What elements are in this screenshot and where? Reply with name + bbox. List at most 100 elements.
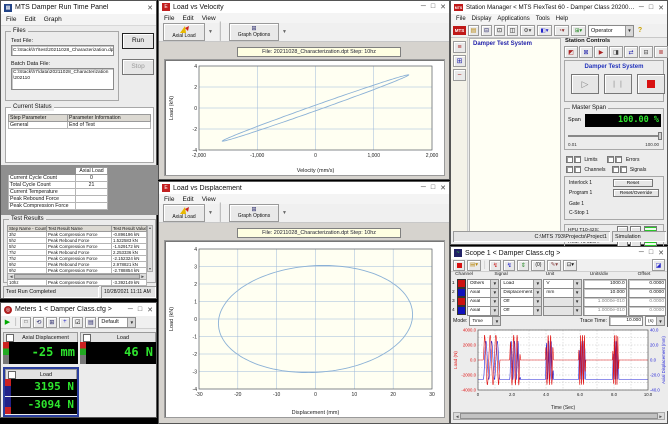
readout-icon[interactable]: ⊟ (639, 46, 653, 58)
col-header[interactable]: Step Name - Counter (8, 226, 47, 232)
error-led[interactable] (607, 156, 614, 163)
reset-button[interactable]: Reset (613, 179, 653, 187)
minimize-icon[interactable]: ─ (421, 3, 426, 11)
program-icon[interactable]: ▶ (594, 46, 608, 58)
scroll-thumb[interactable] (460, 413, 657, 419)
axial-load-button[interactable]: Axial Load (163, 204, 205, 222)
menu-graph[interactable]: Graph (44, 16, 62, 23)
channel-combo[interactable]: Axial▼ (467, 306, 500, 316)
trace-time-unit-combo[interactable]: (s)▼ (645, 316, 665, 326)
menu-tools[interactable]: Tools (536, 16, 550, 22)
trace-color-swatch[interactable] (457, 297, 466, 306)
meter-checkbox[interactable] (6, 334, 14, 342)
trace-setup-icon[interactable]: ▤▾ (467, 260, 481, 271)
span-icon[interactable]: ⇄ (624, 46, 638, 58)
channel-led[interactable] (574, 166, 581, 173)
meters-titlebar[interactable]: ◎ Meters 1 < Damper Class.cfg > ─□✕ (1, 303, 156, 317)
display-split-icon[interactable]: ◧▾ (537, 25, 552, 36)
limit-led[interactable] (566, 156, 573, 163)
menu-view[interactable]: View (202, 196, 216, 203)
tools-split-icon[interactable]: ⚙▾ (520, 25, 535, 36)
maximize-icon[interactable]: □ (649, 4, 653, 12)
access-level-combo[interactable]: Operator▼ (588, 25, 634, 37)
close-icon[interactable]: ✕ (440, 184, 446, 192)
maximize-icon[interactable]: □ (649, 249, 653, 257)
meters-tool-icon[interactable]: ⊞ (453, 55, 466, 67)
batch-file-field[interactable]: C:\Stack\h7\data\20211028_Characterizati… (11, 68, 114, 90)
maximize-icon[interactable]: □ (138, 306, 142, 314)
trace-color-swatch[interactable] (457, 306, 466, 315)
scroll-left-icon[interactable]: ◄ (9, 274, 13, 279)
menu-edit[interactable]: Edit (182, 196, 193, 203)
test-file-field[interactable]: C:\Stack\h7\test\20211028_Characterizati… (11, 45, 114, 56)
signal-led[interactable] (620, 166, 627, 173)
app-split-icon[interactable]: ⊞▾ (571, 25, 586, 36)
close-icon[interactable]: ✕ (658, 249, 664, 257)
col-header[interactable]: Parameter Information (68, 115, 151, 122)
minimize-icon[interactable]: ─ (128, 306, 133, 314)
close-icon[interactable]: ✕ (147, 306, 153, 314)
timer-split-icon[interactable]: ◔▾ (554, 25, 569, 36)
preview-icon[interactable]: ◫ (507, 25, 518, 36)
menu-file[interactable]: File (164, 196, 174, 203)
menu-file[interactable]: File (164, 15, 174, 22)
cursors-icon[interactable]: (0) (531, 260, 545, 271)
meter-load-peaks-selected[interactable]: Load 3195 N -3094 N (3, 367, 79, 417)
close-icon[interactable]: ✕ (147, 4, 153, 12)
table-row[interactable]: 10hzPeak Compression Force-3.392149 kN (8, 280, 147, 286)
interlock-icon[interactable]: ⊠ (579, 46, 593, 58)
settings-icon[interactable]: ≣ (654, 46, 668, 58)
runtime-titlebar[interactable]: ▦ MTS Damper Run Time Panel ✕ (1, 1, 156, 15)
hydraulics-icon[interactable]: ◩ (564, 46, 578, 58)
close-icon[interactable]: ✕ (440, 3, 446, 11)
menu-display[interactable]: Display (472, 16, 492, 22)
scope-tool-icon[interactable]: ~ (453, 69, 466, 81)
horizontal-scrollbar[interactable]: ◄► (7, 273, 147, 280)
station-titlebar[interactable]: MTS Station Manager < MTS FlexTest 60 - … (451, 1, 667, 15)
reset-override-button[interactable]: Reset/Override (613, 189, 659, 197)
help-icon[interactable]: ? (636, 26, 644, 35)
vertical-scrollbar[interactable]: ▲▼ (147, 225, 153, 272)
graph-options-button[interactable]: ⊞ Graph Options (229, 23, 279, 41)
menu-edit[interactable]: Edit (182, 15, 193, 22)
scroll-thumb[interactable] (14, 274, 139, 280)
layout-icon[interactable]: ⊞ (46, 317, 57, 328)
manual-cmd-icon[interactable]: ◨ (609, 46, 623, 58)
stop-button[interactable]: Stop (122, 59, 154, 75)
menu-view[interactable]: View (202, 15, 216, 22)
pen-icon[interactable]: ✎▾ (547, 260, 561, 271)
table-row[interactable]: GeneralEnd of Test (9, 122, 151, 129)
maximize-icon[interactable]: □ (431, 184, 435, 192)
stop-button[interactable] (637, 74, 665, 94)
print-split-icon[interactable]: ⊡▾ (563, 260, 577, 271)
col-header[interactable]: Step Parameter (9, 115, 68, 122)
col-header[interactable]: Test Result Value (112, 226, 147, 232)
limit-led[interactable] (574, 156, 581, 163)
span-slider[interactable] (568, 132, 662, 140)
close-icon[interactable]: ✕ (658, 4, 664, 12)
minimize-icon[interactable]: ─ (639, 249, 644, 257)
scroll-right-icon[interactable]: ► (659, 414, 663, 419)
save-icon[interactable]: ⊟ (481, 25, 492, 36)
plot-mode-combo[interactable]: Time▼ (469, 316, 501, 326)
signal-combo[interactable]: Off▼ (500, 306, 542, 316)
meter-checkbox[interactable] (83, 334, 91, 342)
reset-icon[interactable]: ⟲ (33, 317, 44, 328)
station-setup-icon[interactable]: ≡ (453, 41, 466, 53)
trace2-icon[interactable]: ↯ (503, 260, 515, 271)
slider-thumb[interactable] (658, 132, 662, 140)
trace1-icon[interactable]: ↯ (489, 260, 501, 271)
dropdown-arrow-icon[interactable]: ▼ (282, 29, 287, 35)
dropdown-arrow-icon[interactable]: ▼ (208, 210, 213, 216)
hold-icon[interactable]: □ (20, 317, 31, 328)
run-button[interactable]: Run (122, 33, 154, 49)
trace-color-swatch[interactable] (457, 279, 466, 288)
error-led[interactable] (615, 156, 622, 163)
pause-button[interactable]: ❘❘ (604, 74, 632, 94)
dropdown-arrow-icon[interactable]: ▼ (208, 29, 213, 35)
open-icon[interactable]: ▤ (468, 25, 479, 36)
menu-applications[interactable]: Applications (497, 16, 529, 22)
unit-combo[interactable]: ▼ (543, 306, 581, 316)
panel-icon[interactable]: ▤ (85, 317, 96, 328)
dropdown-arrow-icon[interactable]: ▼ (282, 210, 287, 216)
